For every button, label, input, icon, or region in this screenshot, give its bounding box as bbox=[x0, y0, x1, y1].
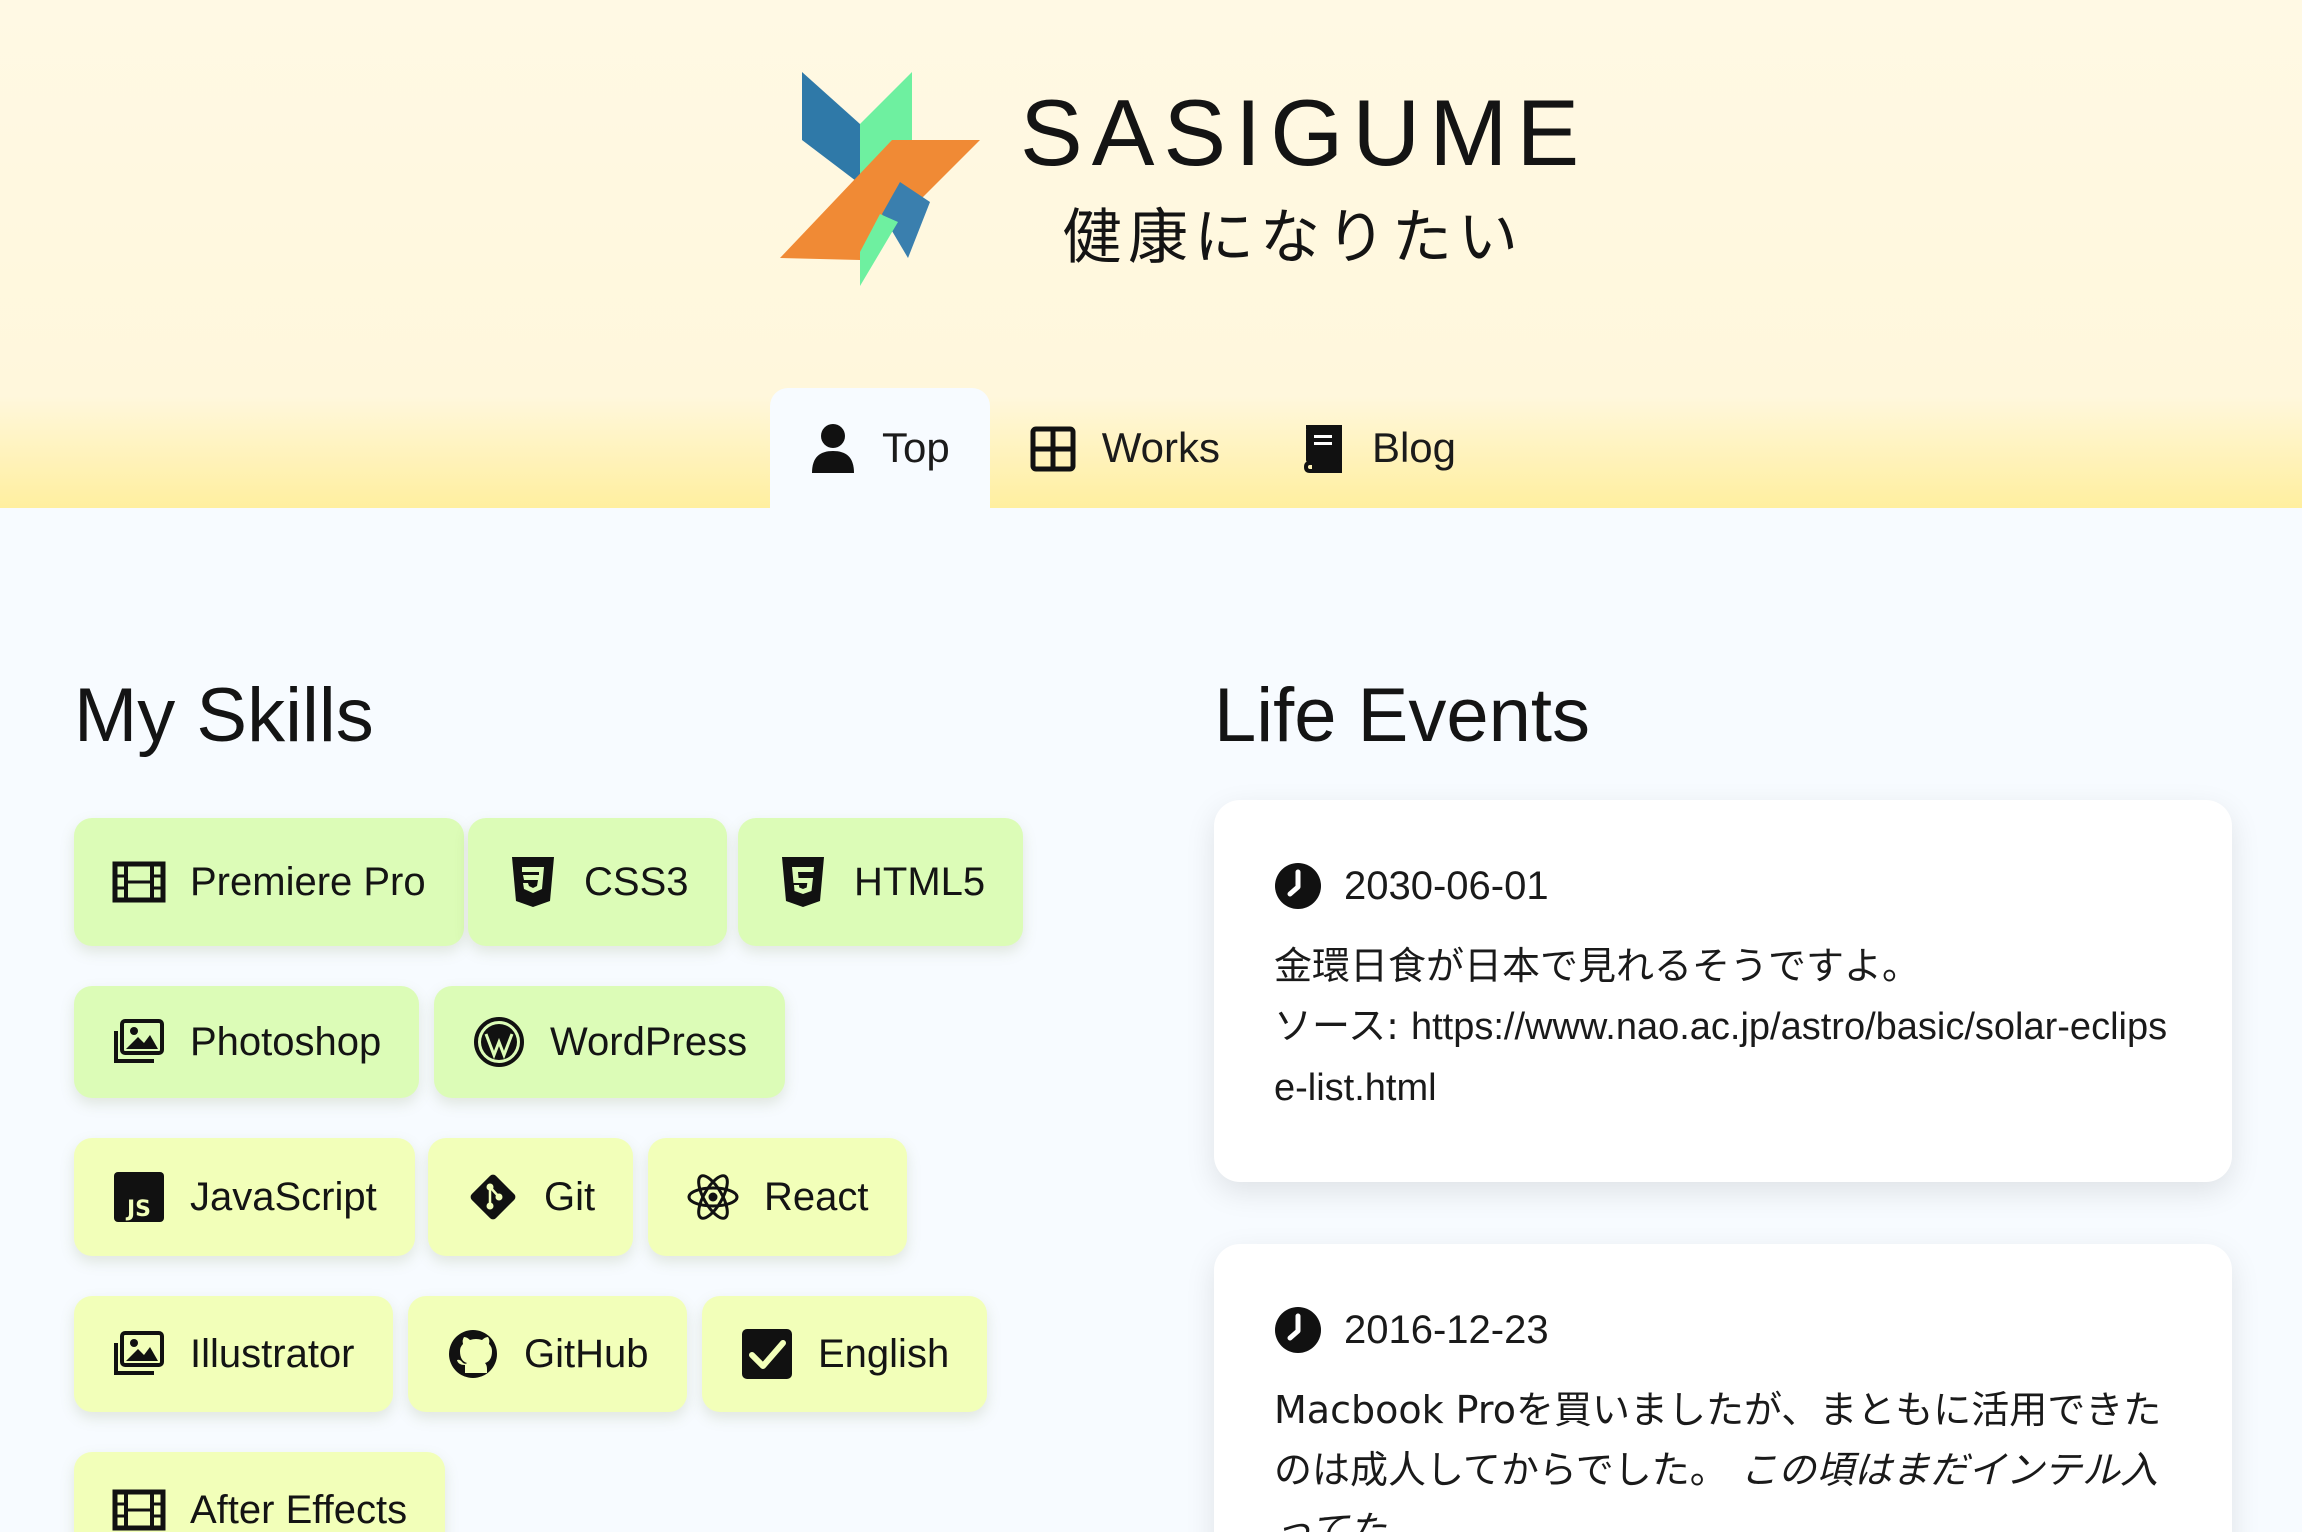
css3-icon bbox=[512, 857, 554, 907]
film-icon bbox=[112, 861, 166, 903]
react-icon bbox=[687, 1174, 739, 1220]
skill-label: Photoshop bbox=[190, 1019, 382, 1064]
skill-label: HTML5 bbox=[854, 859, 986, 904]
event-date-text: 2016-12-23 bbox=[1344, 1307, 1549, 1352]
clock-icon bbox=[1275, 1307, 1321, 1353]
skill-label: CSS3 bbox=[584, 859, 689, 904]
event-date: 2016-12-23 bbox=[1274, 1298, 2172, 1362]
event-date: 2030-06-01 bbox=[1274, 854, 2172, 918]
skill-html5[interactable]: HTML5 bbox=[738, 818, 1024, 946]
images-icon bbox=[114, 1331, 164, 1375]
main-nav: Top Works Blog bbox=[770, 388, 1496, 508]
event-body: Macbook Proを買いましたが、まともに活用できたのは成人してからでした。… bbox=[1274, 1380, 2172, 1532]
skill-git[interactable]: Git bbox=[428, 1138, 634, 1256]
skill-javascript[interactable]: JS JavaScript bbox=[74, 1138, 415, 1256]
skill-photoshop[interactable]: Photoshop bbox=[74, 986, 420, 1098]
git-icon bbox=[470, 1174, 516, 1220]
film-icon bbox=[112, 1489, 166, 1531]
skill-illustrator[interactable]: Illustrator bbox=[74, 1296, 393, 1412]
tab-works-label: Works bbox=[1101, 424, 1220, 471]
tab-works[interactable]: Works bbox=[990, 388, 1260, 508]
skill-label: React bbox=[764, 1174, 869, 1219]
skill-label: WordPress bbox=[550, 1019, 748, 1064]
skill-label: Git bbox=[544, 1174, 596, 1219]
skill-wordpress[interactable]: WordPress bbox=[434, 986, 786, 1098]
skill-label: Illustrator bbox=[190, 1331, 355, 1376]
skill-css3[interactable]: CSS3 bbox=[468, 818, 727, 946]
javascript-icon: JS bbox=[114, 1172, 164, 1222]
html5-icon bbox=[782, 857, 824, 907]
tab-blog[interactable]: Blog bbox=[1260, 388, 1496, 508]
book-icon bbox=[1303, 425, 1342, 473]
event-card: 2016-12-23 Macbook Proを買いましたが、まともに活用できたの… bbox=[1214, 1244, 2232, 1532]
life-events-heading: Life Events bbox=[1214, 673, 1590, 758]
tab-top-label: Top bbox=[882, 424, 950, 471]
site-title: SASIGUME bbox=[1020, 80, 1589, 185]
skill-label: GitHub bbox=[524, 1331, 649, 1376]
skill-label: English bbox=[818, 1331, 950, 1376]
tab-top[interactable]: Top bbox=[770, 388, 990, 508]
github-icon bbox=[449, 1330, 497, 1378]
event-source-prefix: ソース: bbox=[1274, 1004, 1411, 1048]
clock-icon bbox=[1275, 863, 1321, 909]
skill-react[interactable]: React bbox=[648, 1138, 907, 1256]
tab-blog-label: Blog bbox=[1371, 424, 1457, 471]
skills-heading: My Skills bbox=[74, 673, 374, 758]
svg-text:JS: JS bbox=[125, 1197, 151, 1222]
site-logo bbox=[780, 72, 980, 286]
skill-github[interactable]: GitHub bbox=[408, 1296, 687, 1412]
skill-premiere-pro[interactable]: Premiere Pro bbox=[74, 818, 464, 946]
event-card: 2030-06-01 金環日食が日本で見れるそうですよ。 ソース: https:… bbox=[1214, 800, 2232, 1182]
skill-label: After Effects bbox=[190, 1487, 408, 1532]
grid-icon bbox=[1030, 426, 1076, 472]
event-body: 金環日食が日本で見れるそうですよ。 ソース: https://www.nao.a… bbox=[1274, 936, 2172, 1118]
skill-label: JavaScript bbox=[190, 1174, 377, 1219]
wordpress-icon bbox=[474, 1017, 524, 1067]
site-header: SASIGUME 健康になりたい Top Works Blog bbox=[0, 0, 2302, 508]
skill-label: Premiere Pro bbox=[190, 859, 426, 904]
images-icon bbox=[114, 1019, 164, 1063]
skill-after-effects[interactable]: After Effects bbox=[74, 1452, 446, 1532]
checkbox-icon bbox=[742, 1329, 792, 1379]
site-tagline: 健康になりたい bbox=[1062, 204, 1524, 271]
event-source: ソース: https://www.nao.ac.jp/astro/basic/s… bbox=[1274, 996, 2172, 1118]
skill-english[interactable]: English bbox=[702, 1296, 988, 1412]
event-date-text: 2030-06-01 bbox=[1344, 863, 1549, 908]
user-icon bbox=[812, 424, 854, 473]
event-text: 金環日食が日本で見れるそうですよ。 bbox=[1274, 944, 1921, 988]
